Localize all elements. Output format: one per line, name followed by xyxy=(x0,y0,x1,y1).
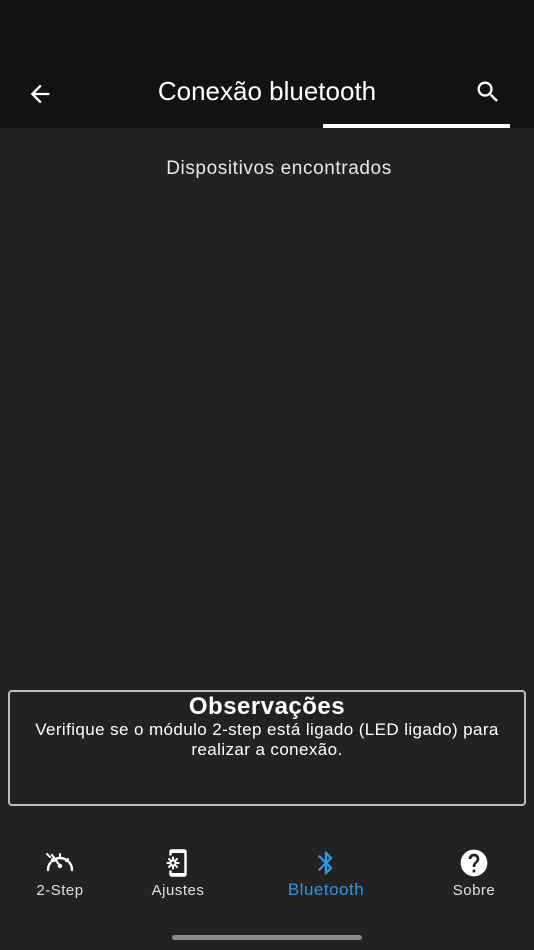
nav-item-sobre[interactable]: Sobre xyxy=(414,830,534,910)
status-bar xyxy=(0,0,534,60)
nav-label-ajustes: Ajustes xyxy=(151,882,205,899)
search-button[interactable] xyxy=(466,70,510,114)
bluetooth-icon xyxy=(266,846,386,880)
active-tab-indicator xyxy=(323,124,510,128)
nav-label-sobre: Sobre xyxy=(452,882,496,899)
help-circle-icon xyxy=(414,846,534,880)
back-button[interactable] xyxy=(18,72,62,116)
search-icon xyxy=(477,81,498,102)
nav-label-2-step: 2-Step xyxy=(36,882,84,899)
speedometer-icon xyxy=(0,846,120,880)
page-title: Conexão bluetooth xyxy=(157,76,377,106)
arrow-left-icon xyxy=(30,84,50,104)
nav-item-2-step[interactable]: 2-Step xyxy=(0,830,120,910)
app-bar: Conexão bluetooth xyxy=(0,60,534,128)
notes-text: Verifique se o módulo 2-step está ligado… xyxy=(35,720,499,759)
nav-label-bluetooth: Bluetooth xyxy=(287,880,365,899)
device-list xyxy=(0,195,534,675)
section-heading: Dispositivos encontrados xyxy=(166,158,392,179)
notes-panel: Observações Verifique se o módulo 2-step… xyxy=(8,690,526,806)
bottom-nav: 2-Step Ajustes Bluetooth Sobre xyxy=(0,830,534,920)
notes-title: Observações xyxy=(188,693,346,720)
nav-item-ajustes[interactable]: Ajustes xyxy=(118,830,238,910)
home-indicator[interactable] xyxy=(172,935,362,940)
nav-item-bluetooth[interactable]: Bluetooth xyxy=(266,830,386,910)
phone-settings-icon xyxy=(118,846,238,880)
